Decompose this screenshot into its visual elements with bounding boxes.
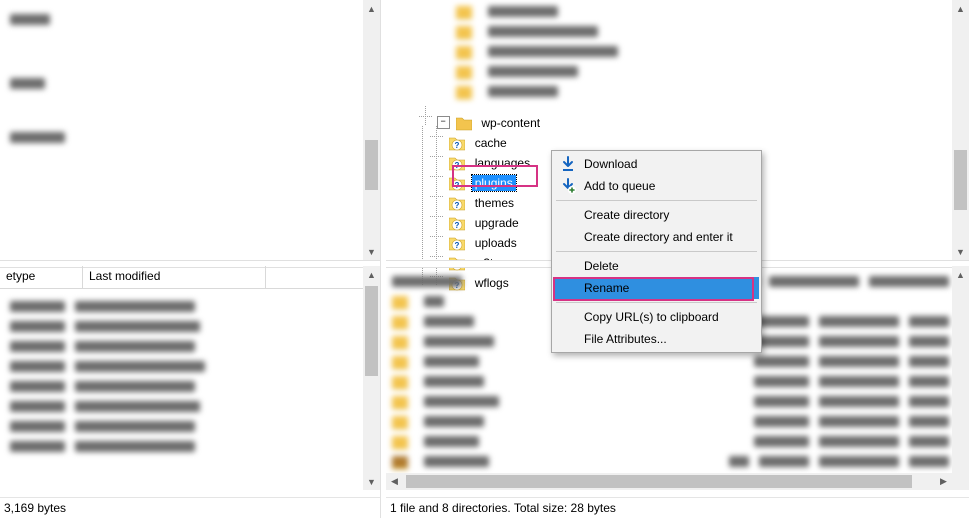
menu-item-label: Create directory	[584, 208, 669, 222]
menu-item-label: Copy URL(s) to clipboard	[584, 310, 719, 324]
local-list-header: etype Last modified	[0, 266, 380, 289]
download-icon	[560, 156, 576, 172]
menu-item-delete[interactable]: Delete	[554, 255, 759, 277]
menu-item-label: File Attributes...	[584, 332, 667, 346]
tree-node-wp-content[interactable]: − wp-content	[386, 106, 952, 126]
local-list-scrollbar[interactable]: ▲ ▼	[363, 266, 380, 490]
column-header-filetype[interactable]: etype	[0, 266, 83, 288]
menu-separator	[556, 251, 757, 252]
scroll-down-icon[interactable]: ▼	[363, 473, 380, 490]
menu-item-create-directory-enter[interactable]: Create directory and enter it	[554, 226, 759, 248]
local-tree-pane[interactable]: ▲ ▼	[0, 0, 380, 260]
menu-item-file-attributes[interactable]: File Attributes...	[554, 328, 759, 350]
menu-item-create-directory[interactable]: Create directory	[554, 204, 759, 226]
tree-node-cache[interactable]: cache	[386, 126, 952, 146]
scroll-down-icon[interactable]: ▼	[363, 243, 380, 260]
context-menu[interactable]: Download Add to queue Create directory C…	[551, 150, 762, 353]
menu-item-label: Create directory and enter it	[584, 230, 733, 244]
menu-separator	[556, 200, 757, 201]
menu-item-copy-urls[interactable]: Copy URL(s) to clipboard	[554, 306, 759, 328]
remote-list-hscrollbar[interactable]: ◀ ▶	[386, 473, 952, 490]
remote-tree-scrollbar[interactable]: ▲ ▼	[952, 0, 969, 260]
menu-separator	[556, 302, 757, 303]
column-header-last-modified[interactable]: Last modified	[83, 266, 266, 288]
menu-item-download[interactable]: Download	[554, 153, 759, 175]
add-to-queue-icon	[560, 178, 576, 194]
scroll-left-icon[interactable]: ◀	[386, 473, 403, 490]
local-tree-scrollbar[interactable]: ▲ ▼	[363, 0, 380, 260]
menu-item-add-to-queue[interactable]: Add to queue	[554, 175, 759, 197]
menu-item-label: Download	[584, 157, 637, 171]
menu-item-label: Rename	[584, 281, 629, 295]
local-status-bar: 3,169 bytes	[0, 497, 380, 518]
scroll-up-icon[interactable]: ▲	[363, 0, 380, 17]
menu-item-label: Delete	[584, 259, 619, 273]
scroll-up-icon[interactable]: ▲	[952, 0, 969, 17]
scroll-right-icon[interactable]: ▶	[935, 473, 952, 490]
remote-status-bar: 1 file and 8 directories. Total size: 28…	[386, 497, 969, 518]
scroll-up-icon[interactable]: ▲	[363, 266, 380, 283]
scroll-up-icon[interactable]: ▲	[952, 266, 969, 283]
menu-item-rename[interactable]: Rename	[554, 277, 759, 299]
menu-item-label: Add to queue	[584, 179, 655, 193]
remote-list-scrollbar[interactable]: ▲ ▼	[952, 266, 969, 490]
local-file-list-pane[interactable]: etype Last modified ▲ ▼	[0, 266, 380, 490]
scroll-down-icon[interactable]: ▼	[952, 243, 969, 260]
